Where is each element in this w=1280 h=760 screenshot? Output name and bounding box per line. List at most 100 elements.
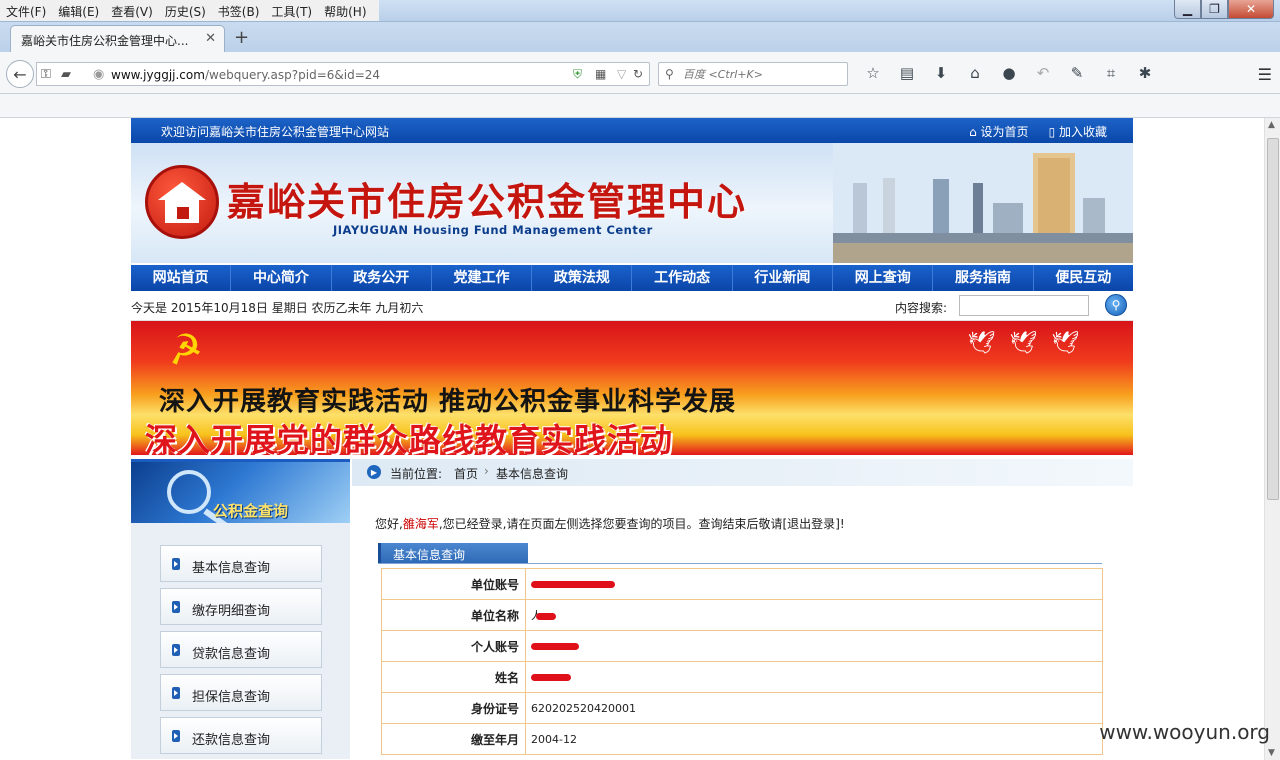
field-label: 个人账号: [381, 630, 526, 662]
key-icon: ⚿: [41, 67, 51, 82]
hammer-sickle-icon: ☭: [163, 324, 207, 376]
scroll-up-icon[interactable]: ▲: [1268, 120, 1275, 130]
set-home-label: 设为首页: [980, 125, 1029, 139]
download-icon[interactable]: ⬇: [924, 64, 958, 82]
menu-view[interactable]: 查看(V): [105, 0, 159, 21]
nav-policies[interactable]: 政策法规: [532, 265, 633, 291]
sidebar-item-loan-info[interactable]: 贷款信息查询: [160, 631, 322, 668]
redaction-mark: [536, 612, 556, 620]
menu-file[interactable]: 文件(F): [0, 0, 52, 21]
sidebar-title: 公积金查询: [213, 502, 289, 520]
field-value: 2004-12: [525, 723, 1103, 755]
nav-industry-news[interactable]: 行业新闻: [733, 265, 834, 291]
tab-close-icon[interactable]: ✕: [205, 31, 216, 46]
nav-public-affairs[interactable]: 政务公开: [332, 265, 432, 291]
notice-prefix: 您好,: [375, 517, 403, 531]
qrcode-icon[interactable]: ▦: [595, 67, 606, 81]
sidebar-item-label: 贷款信息查询: [192, 647, 271, 662]
topbar-links: ⌂ 设为首页 ▯ 加入收藏: [969, 123, 1107, 140]
section-title: 基本信息查询: [378, 543, 528, 564]
browser-tab[interactable]: 嘉峪关市住房公积金管理中心... ✕: [10, 25, 225, 53]
star-icon[interactable]: ☆: [856, 64, 890, 82]
menu-list: 文件(F) 编辑(E) 查看(V) 历史(S) 书签(B) 工具(T) 帮助(H…: [0, 0, 379, 21]
back-button[interactable]: ←: [6, 60, 34, 88]
reload-icon[interactable]: ↻: [633, 67, 643, 81]
logout-link[interactable]: 退出登录: [787, 517, 835, 531]
notice-end: ]!: [835, 517, 845, 531]
nav-home[interactable]: 网站首页: [131, 265, 232, 291]
menu-tools[interactable]: 工具(T): [265, 0, 318, 21]
breadcrumb-home-link[interactable]: 首页: [454, 465, 478, 482]
menu-hamburger-icon[interactable]: ☰: [1258, 65, 1272, 84]
nav-online-query[interactable]: 网上查询: [833, 265, 934, 291]
menu-bookmarks[interactable]: 书签(B): [212, 0, 266, 21]
menu-help[interactable]: 帮助(H): [318, 0, 372, 21]
main-nav: 网站首页 中心简介 政务公开 党建工作 政策法规 工作动态 行业新闻 网上查询 …: [131, 263, 1133, 291]
notice-suffix: ,您已经登录,请在页面左侧选择您要查询的项目。查询结束后敬请[: [438, 517, 788, 531]
site-container: 欢迎访问嘉峪关市住房公积金管理中心网站 ⌂ 设为首页 ▯ 加入收藏 嘉峪关市住房…: [131, 118, 1133, 759]
menu-edit[interactable]: 编辑(E): [52, 0, 105, 21]
web-search-box[interactable]: ⚲: [658, 62, 848, 86]
main-panel: ▶ 当前位置: 首页 › 基本信息查询 您好,雒海军,您已经登录,请在页面左侧选…: [352, 459, 1133, 755]
dropdown-icon[interactable]: ▽: [617, 67, 626, 81]
site-search-label: 内容搜索:: [895, 301, 948, 315]
chevron-right-icon: ›: [484, 464, 489, 478]
scroll-down-icon[interactable]: ▼: [1268, 748, 1275, 758]
crop-icon[interactable]: ⌗: [1094, 64, 1128, 82]
comment-icon[interactable]: ✎: [1060, 64, 1094, 82]
watermark: www.wooyun.org: [1099, 720, 1270, 744]
scrollbar-thumb[interactable]: [1267, 138, 1279, 500]
undo-icon[interactable]: ↶: [1026, 64, 1060, 82]
shield-icon[interactable]: ⛨: [573, 67, 582, 82]
arrow-bullet-icon: [172, 687, 180, 699]
site-search-button[interactable]: ⚲: [1105, 294, 1127, 316]
extension-icon[interactable]: ✱: [1128, 64, 1162, 82]
redaction-mark: [531, 643, 579, 650]
sidebar-item-deposit-detail[interactable]: 缴存明细查询: [160, 588, 322, 625]
add-favorite-link[interactable]: ▯ 加入收藏: [1049, 123, 1107, 140]
nav-work-news[interactable]: 工作动态: [632, 265, 733, 291]
sidebar-item-guarantee-info[interactable]: 担保信息查询: [160, 674, 322, 711]
sidebar-banner: 公积金查询: [131, 459, 350, 523]
back-arrow-icon: ←: [13, 64, 27, 84]
url-path: /webquery.asp?pid=6&id=24: [204, 68, 381, 82]
tab-title: 嘉峪关市住房公积金管理中心...: [21, 34, 189, 48]
site-search-input[interactable]: [959, 295, 1089, 316]
arrow-bullet-icon: [172, 558, 180, 570]
sidebar: 公积金查询 基本信息查询 缴存明细查询 贷款信息查询 担保信息查询 还款信息查询: [131, 459, 350, 759]
sidebar-item-repayment-info[interactable]: 还款信息查询: [160, 717, 322, 754]
menu-history[interactable]: 历史(S): [159, 0, 212, 21]
close-window-icon[interactable]: ✕: [1228, 0, 1274, 19]
vertical-scrollbar[interactable]: ▲ ▼: [1264, 118, 1280, 760]
date-text: 今天是 2015年10月18日 星期日 农历乙未年 九月初六: [131, 301, 424, 315]
url-bar[interactable]: ⚿ ▰ ◉ www.jyggjj.com/webquery.asp?pid=6&…: [36, 62, 650, 86]
field-label: 缴至年月: [381, 723, 526, 755]
web-search-input[interactable]: [683, 66, 843, 82]
sidebar-menu: 基本信息查询 缴存明细查询 贷款信息查询 担保信息查询 还款信息查询: [131, 523, 350, 754]
minimize-icon[interactable]: ▁: [1174, 0, 1201, 19]
add-favorite-label: 加入收藏: [1058, 125, 1107, 139]
page-viewport: 欢迎访问嘉峪关市住房公积金管理中心网站 ⌂ 设为首页 ▯ 加入收藏 嘉峪关市住房…: [0, 118, 1264, 760]
basic-info-table: 单位账号 单位名称 人 个人账号 姓名: [381, 568, 1103, 755]
table-row: 身份证号 620202520420001: [381, 692, 1103, 724]
sidebar-item-label: 缴存明细查询: [192, 604, 271, 619]
nav-interaction[interactable]: 便民互动: [1034, 265, 1133, 291]
doves-decoration: 🕊🕊🕊: [967, 331, 1093, 356]
field-label: 姓名: [381, 661, 526, 693]
reading-list-icon[interactable]: ▤: [890, 64, 924, 82]
sidebar-item-basic-info[interactable]: 基本信息查询: [160, 545, 322, 582]
nav-about[interactable]: 中心简介: [231, 265, 332, 291]
chat-icon[interactable]: ●: [992, 64, 1026, 82]
breadcrumb-label: 当前位置:: [390, 467, 443, 481]
breadcrumb: ▶ 当前位置: 首页 › 基本信息查询: [352, 459, 1133, 486]
home-icon[interactable]: ⌂: [958, 64, 992, 82]
date-search-bar: 今天是 2015年10月18日 星期日 农历乙未年 九月初六 内容搜索: ⚲: [131, 291, 1133, 321]
table-row: 缴至年月 2004-12: [381, 723, 1103, 755]
set-home-link[interactable]: ⌂ 设为首页: [969, 123, 1028, 140]
search-icon: ⚲: [665, 67, 674, 81]
nav-service-guide[interactable]: 服务指南: [933, 265, 1034, 291]
banner-line-1: 深入开展教育实践活动 推动公积金事业科学发展: [159, 387, 737, 417]
nav-party-building[interactable]: 党建工作: [432, 265, 533, 291]
maximize-icon[interactable]: ❐: [1201, 0, 1228, 19]
new-tab-icon[interactable]: +: [234, 27, 249, 48]
